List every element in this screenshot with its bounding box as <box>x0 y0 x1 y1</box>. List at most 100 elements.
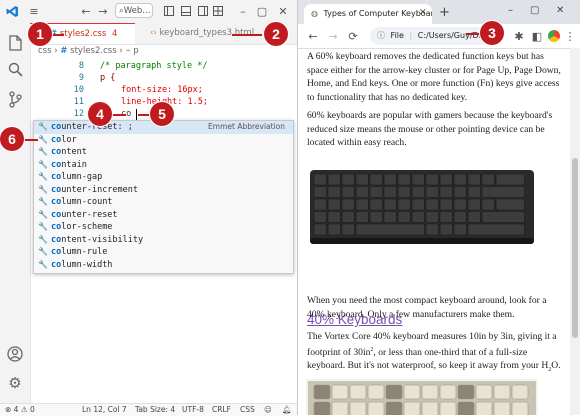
keycap <box>475 384 493 400</box>
source-control-icon[interactable] <box>5 89 25 109</box>
keycap <box>355 211 369 223</box>
paragraph: A 60% keyboard removes the dedicated fun… <box>307 51 561 103</box>
keycap <box>369 211 383 223</box>
keycap <box>425 223 439 236</box>
suggestion-detail: Emmet Abbreviation <box>208 122 285 131</box>
breadcrumb-folder[interactable]: css <box>38 46 52 56</box>
suggestion-item[interactable]: 🔧 contain <box>34 159 293 172</box>
property-icon: 🔧 <box>38 184 48 194</box>
suggestion-item[interactable]: 🔧 column-rule <box>34 246 293 259</box>
keycap <box>313 211 327 223</box>
close-icon[interactable]: ✕ <box>277 3 289 19</box>
notifications-icon[interactable]: ☺ <box>264 404 272 416</box>
settings-gear-icon[interactable]: ⚙ <box>5 373 25 393</box>
language-mode[interactable]: CSS <box>240 404 255 416</box>
back-arrow-icon[interactable]: ← <box>80 3 92 19</box>
breadcrumb-file[interactable]: styles2.css <box>70 46 116 56</box>
suggestion-label: color <box>51 134 77 145</box>
suggestion-label: content-visibility <box>51 234 144 245</box>
new-tab-icon[interactable]: + <box>439 5 450 20</box>
keycap <box>511 384 529 400</box>
abbreviation-icon: 🔧 <box>38 122 48 131</box>
keycap <box>313 198 327 211</box>
forward-arrow-icon[interactable]: → <box>326 28 340 44</box>
activity-bar: ⚙ <box>0 23 31 403</box>
suggestion-item[interactable]: 🔧 counter-reset <box>34 209 293 222</box>
suggestion-item[interactable]: 🔧 column-count <box>34 196 293 209</box>
code-line-font-size[interactable]: font-size: 16px; <box>121 84 203 96</box>
keycap <box>313 401 331 415</box>
toggle-panel-icon[interactable] <box>180 3 192 19</box>
maximize-icon[interactable]: ▢ <box>256 3 268 19</box>
css-file-icon: # <box>60 46 68 56</box>
forward-arrow-icon[interactable]: → <box>97 3 109 19</box>
more-menu-icon[interactable]: ⋮ <box>563 28 577 44</box>
encoding[interactable]: UTF-8 <box>182 404 204 416</box>
close-tab-icon[interactable]: ✕ <box>419 8 427 18</box>
suggestion-item[interactable]: 🔧 content <box>34 146 293 159</box>
extensions-icon[interactable]: ✱ <box>512 28 526 44</box>
profile-avatar[interactable] <box>548 30 560 42</box>
keycap <box>341 186 355 198</box>
code-line-selector[interactable]: p { <box>100 72 115 84</box>
keycap <box>495 173 525 186</box>
keycap <box>457 384 475 400</box>
account-icon[interactable] <box>5 344 25 364</box>
keycap <box>331 401 349 415</box>
page-scrollbar[interactable] <box>570 48 580 415</box>
toggle-sidebar-icon[interactable] <box>163 3 175 19</box>
back-arrow-icon[interactable]: ← <box>306 28 320 44</box>
menu-icon[interactable]: ≡ <box>27 3 41 19</box>
keycap <box>403 401 421 415</box>
keycap <box>453 173 467 186</box>
paragraph: The Vortex Core 40% keyboard measures 10… <box>307 330 565 378</box>
vscode-window: ≡ ← → ⌕Web... – ▢ ✕ ⚙ # styles2.css <box>0 0 298 416</box>
command-center-search[interactable]: ⌕Web... <box>115 3 153 18</box>
maximize-icon[interactable]: ▢ <box>530 5 539 16</box>
toggle-secondary-sidebar-icon[interactable] <box>197 3 209 19</box>
keycap <box>385 384 403 400</box>
keycap <box>355 173 369 186</box>
callout-badge: 5 <box>150 102 174 126</box>
suggestion-item[interactable]: 🔧 column-gap <box>34 171 293 184</box>
suggestion-item[interactable]: 🔧 counter-increment <box>34 184 293 197</box>
customize-layout-icon[interactable] <box>212 3 224 19</box>
keycap <box>425 173 439 186</box>
bell-icon[interactable]: 🔔︎ <box>282 404 292 416</box>
minimize-icon[interactable]: – <box>237 3 249 19</box>
keycap <box>425 198 439 211</box>
scrollbar-thumb[interactable] <box>572 158 578 338</box>
line-number: 8 <box>78 61 84 71</box>
keycap <box>453 186 467 198</box>
tab-size[interactable]: Tab Size: 4 <box>135 404 175 416</box>
explorer-icon[interactable] <box>5 33 25 53</box>
reload-icon[interactable]: ⟳ <box>346 28 360 44</box>
side-panel-icon[interactable]: ◧ <box>530 28 544 44</box>
keycap <box>369 186 383 198</box>
keycap <box>411 186 425 198</box>
text-cursor <box>136 109 137 120</box>
property-icon: 🔧 <box>38 134 48 144</box>
problems-status[interactable]: ⊗ 4 ⚠ 0 <box>5 404 35 416</box>
keycap <box>341 198 355 211</box>
html-file-icon: ‹› <box>150 28 157 38</box>
keycap <box>475 401 493 415</box>
callout-badge: 1 <box>28 22 52 46</box>
suggestion-item[interactable]: 🔧 content-visibility <box>34 234 293 247</box>
suggestion-item[interactable]: 🔧 column-width <box>34 259 293 272</box>
minimize-icon[interactable]: – <box>508 5 513 16</box>
cursor-position[interactable]: Ln 12, Col 7 <box>82 404 127 416</box>
end-of-line[interactable]: CRLF <box>212 404 231 416</box>
browser-tab[interactable]: ◍ Types of Computer Keyboards <box>304 4 432 24</box>
callout-badge: 2 <box>264 22 288 46</box>
suggestion-item[interactable]: 🔧 color-scheme <box>34 221 293 234</box>
keycap <box>439 384 457 400</box>
suggestion-item[interactable]: 🔧 color <box>34 134 293 147</box>
breadcrumb-symbol[interactable]: p <box>133 46 138 56</box>
keycap <box>511 401 529 415</box>
search-icon[interactable] <box>5 59 25 79</box>
close-icon[interactable]: ✕ <box>556 5 564 16</box>
address-bar[interactable]: ⓘ File | C:/Users/Guy/Dro <box>370 27 492 45</box>
code-line-comment[interactable]: /* paragraph style */ <box>100 60 207 72</box>
keycap <box>341 211 355 223</box>
